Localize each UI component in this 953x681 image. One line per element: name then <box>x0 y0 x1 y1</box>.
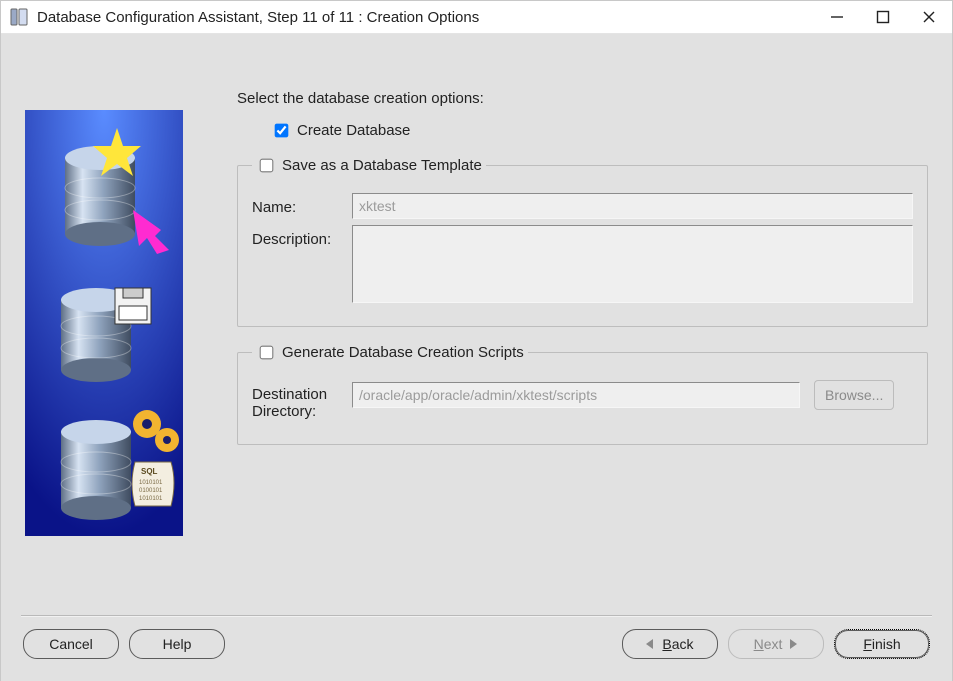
save-template-legend[interactable]: Save as a Database Template <box>252 156 486 175</box>
help-button[interactable]: Help <box>129 629 225 659</box>
generate-scripts-legend-text: Generate Database Creation Scripts <box>282 344 524 361</box>
next-label-rest: ext <box>764 636 783 652</box>
create-database-row[interactable]: Create Database <box>271 121 928 140</box>
template-name-input[interactable] <box>352 193 913 219</box>
template-description-row: Description: <box>252 225 913 306</box>
wizard-illustration: SQL 1010101 0100101 1010101 <box>25 110 183 536</box>
close-button[interactable] <box>920 8 938 26</box>
create-database-label: Create Database <box>297 122 410 139</box>
caption-buttons <box>828 8 938 26</box>
svg-text:1010101: 1010101 <box>139 496 163 502</box>
svg-text:0100101: 0100101 <box>139 488 163 494</box>
generate-scripts-checkbox[interactable] <box>260 346 274 360</box>
finish-button[interactable]: Finish <box>834 629 930 659</box>
instruction-text: Select the database creation options: <box>237 90 928 107</box>
finish-label-rest: inish <box>872 636 901 652</box>
save-template-checkbox[interactable] <box>260 159 274 173</box>
chevron-right-icon <box>790 639 798 649</box>
destination-row: Destination Directory: Browse... <box>252 380 913 420</box>
template-description-label: Description: <box>252 225 344 248</box>
create-database-checkbox[interactable] <box>275 124 289 138</box>
finish-mnemonic: F <box>863 636 872 652</box>
destination-label: Destination Directory: <box>252 380 344 420</box>
chevron-left-icon <box>646 639 654 649</box>
content-area: SQL 1010101 0100101 1010101 Select the d… <box>1 34 952 603</box>
destination-directory-input[interactable] <box>352 382 800 408</box>
back-button[interactable]: Back <box>622 629 718 659</box>
template-name-label: Name: <box>252 193 344 216</box>
next-mnemonic: N <box>754 636 764 652</box>
main-column: Select the database creation options: Cr… <box>237 58 928 603</box>
next-button[interactable]: Next <box>728 629 824 659</box>
separator <box>21 615 932 617</box>
back-label-rest: ack <box>672 636 694 652</box>
back-mnemonic: B <box>662 636 671 652</box>
window-title: Database Configuration Assistant, Step 1… <box>37 9 828 26</box>
save-template-group: Save as a Database Template Name: Descri… <box>237 156 928 327</box>
browse-button[interactable]: Browse... <box>814 380 894 410</box>
generate-scripts-group: Generate Database Creation Scripts Desti… <box>237 343 928 445</box>
save-template-legend-text: Save as a Database Template <box>282 157 482 174</box>
generate-scripts-legend[interactable]: Generate Database Creation Scripts <box>252 343 528 362</box>
svg-text:1010101: 1010101 <box>139 480 163 486</box>
client-area: SQL 1010101 0100101 1010101 Select the d… <box>1 34 952 681</box>
button-bar: Cancel Help Back Next Finish <box>1 629 952 681</box>
title-bar: Database Configuration Assistant, Step 1… <box>1 1 952 34</box>
cancel-button[interactable]: Cancel <box>23 629 119 659</box>
template-description-input[interactable] <box>352 225 913 303</box>
window-root: Database Configuration Assistant, Step 1… <box>0 0 953 681</box>
template-name-row: Name: <box>252 193 913 219</box>
app-icon <box>9 7 29 27</box>
minimize-button[interactable] <box>828 8 846 26</box>
svg-text:SQL: SQL <box>141 467 158 476</box>
maximize-button[interactable] <box>874 8 892 26</box>
